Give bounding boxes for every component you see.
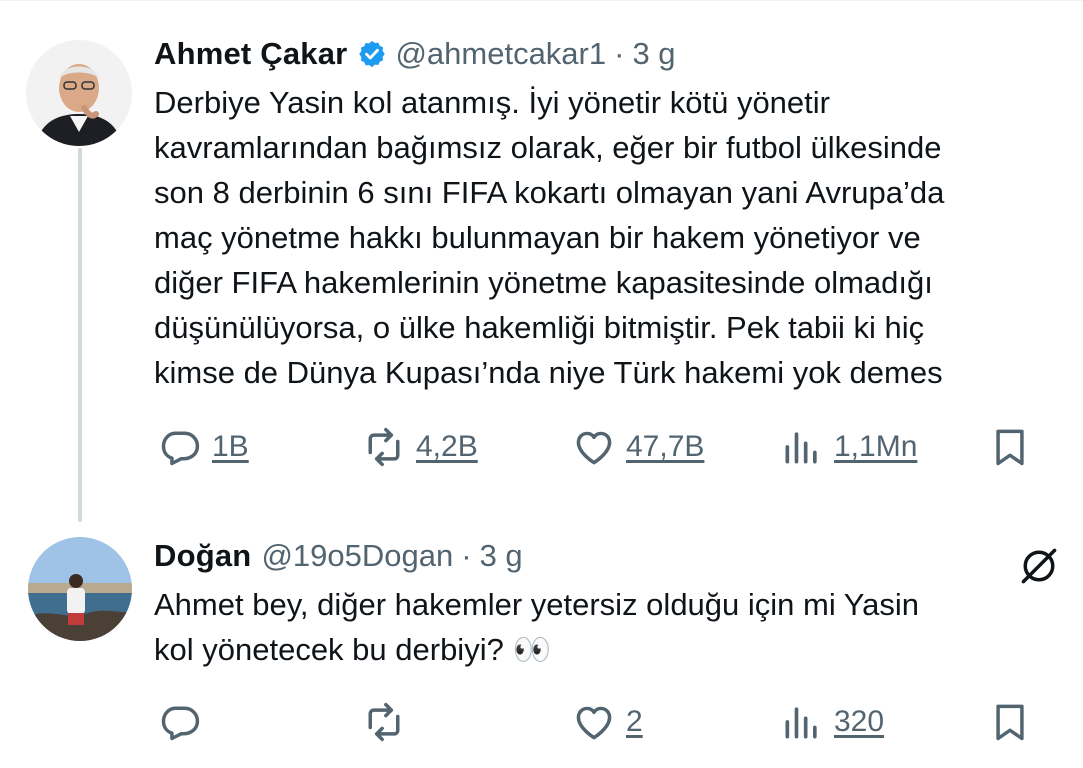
tweet-header: Ahmet Çakar @ahmetcakar1 · 3 g	[154, 30, 1083, 78]
author-handle[interactable]: @19o5Dogan	[261, 538, 453, 574]
repost-icon	[368, 427, 400, 467]
verified-badge-icon	[359, 40, 386, 68]
author-name[interactable]: Ahmet Çakar	[154, 36, 347, 72]
like-button[interactable]: 47,7B	[572, 422, 704, 472]
reply-button[interactable]: 1B	[158, 422, 249, 472]
repost-button[interactable]	[362, 697, 416, 747]
views-button[interactable]: 320	[780, 697, 884, 747]
views-count: 1,1Mn	[834, 430, 918, 463]
like-icon	[576, 431, 612, 465]
bookmark-button[interactable]	[988, 697, 1032, 747]
repost-icon	[368, 702, 400, 742]
repost-count: 4,2B	[416, 430, 478, 463]
like-icon	[576, 706, 612, 740]
like-count: 2	[626, 705, 643, 738]
grok-icon[interactable]	[1017, 544, 1061, 588]
bookmark-icon	[996, 429, 1024, 466]
tweet-text: Derbiye Yasin kol atanmış. İyi yönetir k…	[154, 80, 1083, 395]
bookmark-icon	[996, 704, 1024, 741]
reply-icon	[161, 431, 200, 466]
tweet-dogan-reply[interactable]: Doğan @19o5Dogan · 3 g Ahmet bey, diğer …	[0, 532, 1083, 768]
avatar[interactable]	[26, 40, 132, 146]
views-icon	[785, 707, 817, 739]
author-handle[interactable]: @ahmetcakar1	[395, 36, 606, 72]
like-button[interactable]: 2	[572, 697, 643, 747]
top-divider	[0, 0, 1083, 1]
separator-dot: ·	[461, 538, 472, 573]
tweet-text-line: kimse de Dünya Kupası’nda niye Türk hake…	[154, 355, 943, 390]
avatar-photo-icon	[26, 40, 132, 146]
action-bar: 2 320	[154, 697, 1083, 747]
tweet-text-line: düşünülüyorsa, o ülke hakemliği bitmişti…	[154, 310, 925, 345]
timestamp[interactable]: 3 g	[480, 538, 523, 574]
views-button[interactable]: 1,1Mn	[780, 422, 917, 472]
reply-button[interactable]	[158, 697, 212, 747]
tweet-text-line: diğer FIFA hakemlerinin yönetme kapasite…	[154, 265, 933, 300]
action-bar: 1B 4,2B 47,7B 1,1Mn	[154, 422, 1083, 472]
tweet-ahmet-cakar[interactable]: Ahmet Çakar @ahmetcakar1 · 3 g Derbiye Y…	[0, 30, 1083, 500]
tweet-header: Doğan @19o5Dogan · 3 g	[154, 532, 1083, 580]
views-count: 320	[834, 705, 885, 738]
tweet-text-line: Ahmet bey, diğer hakemler yetersiz olduğ…	[154, 587, 920, 622]
tweet-body: Doğan @19o5Dogan · 3 g Ahmet bey, diğer …	[154, 532, 1083, 742]
tweet-text-line: kavramlarından bağımsız olarak, eğer bir…	[154, 130, 942, 165]
avatar-photo-icon	[28, 537, 132, 641]
views-icon	[785, 432, 817, 464]
tweet-text: Ahmet bey, diğer hakemler yetersiz olduğ…	[154, 582, 1083, 672]
tweet-body: Ahmet Çakar @ahmetcakar1 · 3 g Derbiye Y…	[154, 30, 1083, 467]
separator-dot: ·	[614, 36, 625, 71]
reply-count: 1B	[212, 430, 249, 463]
avatar[interactable]	[28, 537, 132, 641]
timestamp[interactable]: 3 g	[632, 36, 675, 72]
tweet-text-line: kol yönetecek bu derbiyi? 👀	[154, 632, 552, 667]
reply-icon	[161, 706, 200, 741]
repost-button[interactable]: 4,2B	[362, 422, 478, 472]
author-name[interactable]: Doğan	[154, 538, 251, 574]
tweet-text-line: Derbiye Yasin kol atanmış. İyi yönetir k…	[154, 85, 830, 120]
tweet-text-line: son 8 derbinin 6 sını FIFA kokartı olmay…	[154, 175, 945, 210]
tweet-text-line: maç yönetme hakkı bulunmayan bir hakem y…	[154, 220, 921, 255]
bookmark-button[interactable]	[988, 422, 1032, 472]
like-count: 47,7B	[626, 430, 705, 463]
